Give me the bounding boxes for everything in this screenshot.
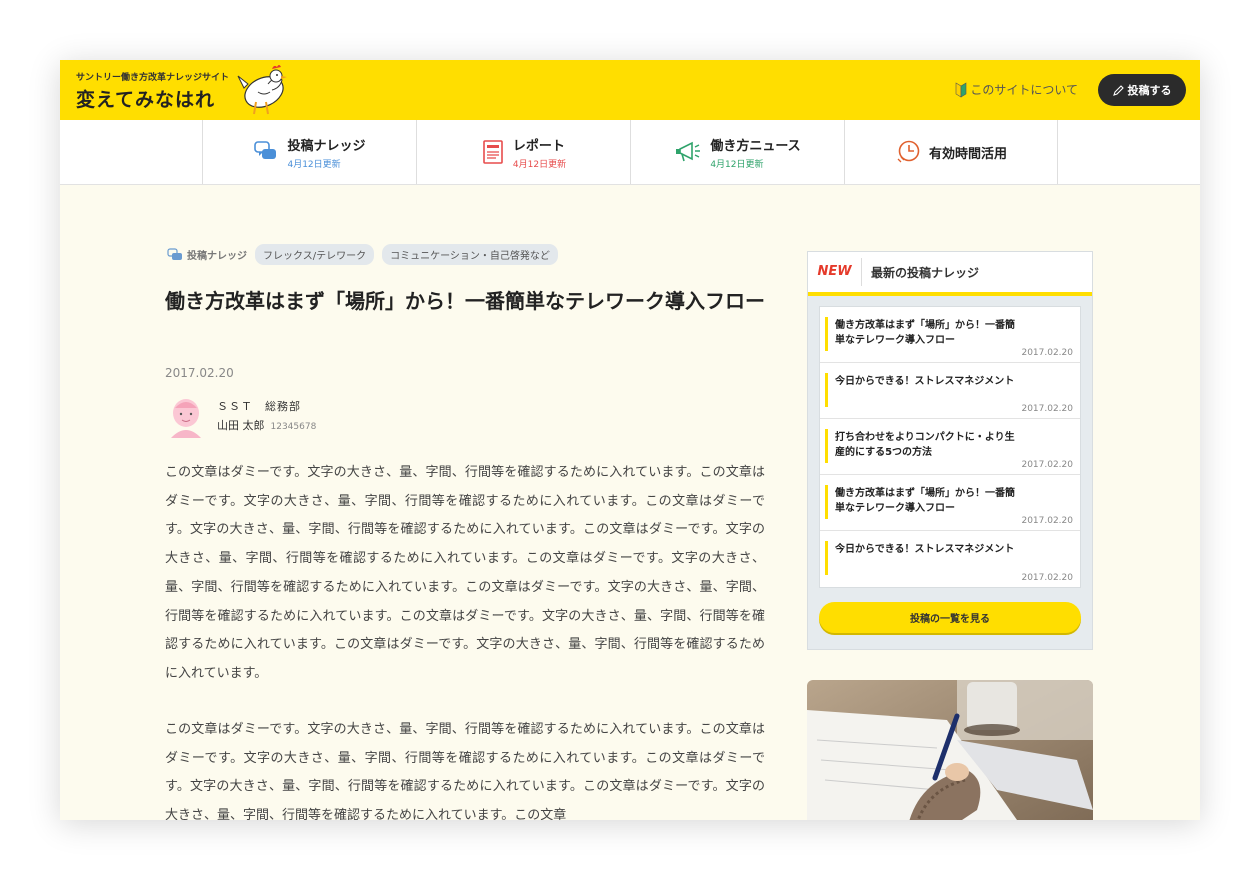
site-logo-title[interactable]: 変えてみなはれ xyxy=(76,85,215,112)
author-department: ＳＳＴ 総務部 xyxy=(217,400,301,413)
article-paragraph: この文章はダミーです。文字の大きさ、量、字間、行間等を確認するために入れています… xyxy=(165,465,765,681)
avatar xyxy=(171,399,201,438)
author-id: 12345678 xyxy=(270,422,317,432)
list-item[interactable]: 働き方改革はまず「場所」から！一番簡単なテレワーク導入フロー 2017.02.2… xyxy=(820,475,1080,531)
megaphone-icon xyxy=(676,141,701,162)
list-item-date: 2017.02.20 xyxy=(1021,404,1073,414)
nav-label: 投稿ナレッジ xyxy=(287,138,366,154)
beginner-mark-icon xyxy=(956,81,967,98)
nav-item-report[interactable]: レポート 4月12日更新 xyxy=(416,120,630,184)
article-title: 働き方改革はまず「場所」から！一番簡単なテレワーク導入フロー xyxy=(165,289,765,313)
post-button-label: 投稿する xyxy=(1127,84,1172,97)
author-info: 山田 太郎 12345678 xyxy=(217,417,316,433)
list-item-date: 2017.02.20 xyxy=(1021,460,1073,470)
nav-update-date: 4月12日更新 xyxy=(287,159,341,170)
nav-label: 働き方ニュース xyxy=(710,138,801,154)
about-site-link[interactable]: このサイトについて xyxy=(955,81,1078,98)
nav-label: レポート xyxy=(512,138,565,154)
article-paragraph: この文章はダミーです。文字の大きさ、量、字間、行間等を確認するために入れています… xyxy=(165,722,765,820)
category-nav: 投稿ナレッジ 4月12日更新 レポート 4月12日更新 働き方ニュース 4月12… xyxy=(60,120,1200,185)
list-item-title: 今日からできる！ストレスマネジメント xyxy=(835,544,1015,555)
post-button[interactable]: 投稿する xyxy=(1098,74,1186,106)
list-item-date: 2017.02.20 xyxy=(1021,516,1073,526)
list-item-title: 働き方改革はまず「場所」から！一番簡単なテレワーク導入フロー xyxy=(835,320,1015,346)
writing-photo xyxy=(807,680,1093,820)
list-item-date: 2017.02.20 xyxy=(1021,348,1073,358)
clock-icon xyxy=(897,140,920,163)
list-item-title: 今日からできる！ストレスマネジメント xyxy=(835,376,1015,387)
nav-item-news[interactable]: 働き方ニュース 4月12日更新 xyxy=(630,120,844,184)
list-item[interactable]: 今日からできる！ストレスマネジメント 2017.02.20 xyxy=(820,531,1080,587)
about-site-label: このサイトについて xyxy=(970,83,1078,97)
tag-communication[interactable]: コミュニケーション・自己啓発など xyxy=(382,244,558,265)
document-icon xyxy=(483,140,503,164)
browser-frame: サントリー働き方改革ナレッジサイト 変えてみなはれ このサイトについて 投稿する xyxy=(60,60,1200,820)
list-item-title: 打ち合わせをよりコンパクトに・より生産的にする5つの方法 xyxy=(835,432,1015,458)
new-badge: NEW xyxy=(808,258,862,286)
article-category[interactable]: 投稿ナレッジ xyxy=(167,247,247,262)
list-item[interactable]: 今日からできる！ストレスマネジメント 2017.02.20 xyxy=(820,363,1080,419)
latest-knowledge-panel: NEW 最新の投稿ナレッジ 働き方改革はまず「場所」から！一番簡単なテレワーク導… xyxy=(807,251,1093,650)
author-name: 山田 太郎 xyxy=(217,419,265,432)
article-date: 2017.02.20 xyxy=(165,366,234,380)
list-item-date: 2017.02.20 xyxy=(1021,573,1073,583)
site-subtitle: サントリー働き方改革ナレッジサイト xyxy=(76,73,230,83)
tag-flex-telework[interactable]: フレックス/テレワーク xyxy=(255,244,375,265)
nav-update-date: 4月12日更新 xyxy=(512,159,567,170)
site-header: サントリー働き方改革ナレッジサイト 変えてみなはれ このサイトについて 投稿する xyxy=(60,60,1200,120)
panel-header: NEW 最新の投稿ナレッジ xyxy=(808,252,1092,296)
nav-item-time[interactable]: 有効時間活用 xyxy=(844,120,1058,184)
chat-bubbles-icon xyxy=(167,247,182,260)
nav-item-knowledge[interactable]: 投稿ナレッジ 4月12日更新 xyxy=(202,120,416,184)
chat-bubbles-icon xyxy=(254,141,277,159)
article-category-label: 投稿ナレッジ xyxy=(187,251,247,262)
pencil-icon xyxy=(1112,84,1124,96)
chicken-mascot-icon xyxy=(237,65,287,115)
nav-update-date: 4月12日更新 xyxy=(710,159,764,170)
view-all-posts-button[interactable]: 投稿の一覧を見る xyxy=(819,602,1081,633)
nav-label: 有効時間活用 xyxy=(928,146,1007,162)
panel-title: 最新の投稿ナレッジ xyxy=(871,265,980,280)
breadcrumb: 投稿ナレッジ フレックス/テレワーク コミュニケーション・自己啓発など xyxy=(167,244,558,265)
latest-post-list: 働き方改革はまず「場所」から！一番簡単なテレワーク導入フロー 2017.02.2… xyxy=(819,306,1081,588)
list-item[interactable]: 働き方改革はまず「場所」から！一番簡単なテレワーク導入フロー 2017.02.2… xyxy=(820,307,1080,363)
list-item-title: 働き方改革はまず「場所」から！一番簡単なテレワーク導入フロー xyxy=(835,488,1015,514)
list-item[interactable]: 打ち合わせをよりコンパクトに・より生産的にする5つの方法 2017.02.20 xyxy=(820,419,1080,475)
